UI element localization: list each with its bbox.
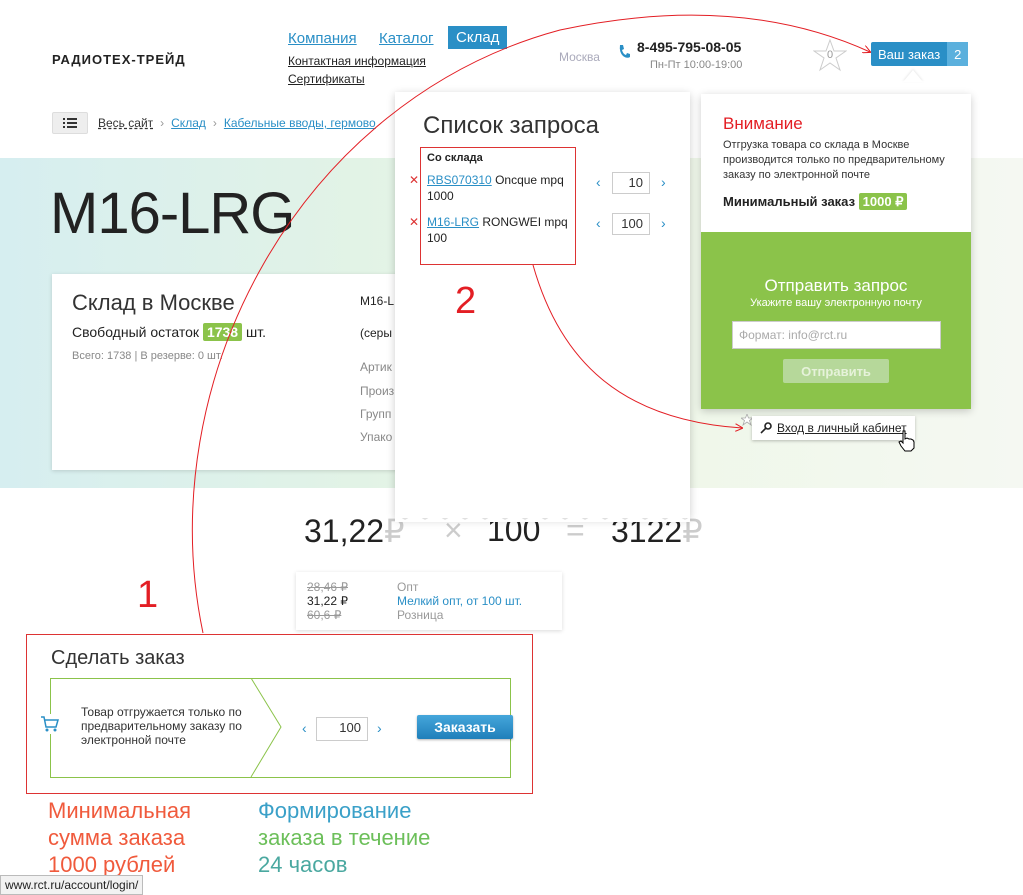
annotation-2: 2	[455, 280, 477, 322]
status-bar-url: www.rct.ru/account/login/	[0, 875, 144, 895]
annotation-1: 1	[137, 574, 159, 616]
annotation-overlay	[191, 14, 1023, 634]
